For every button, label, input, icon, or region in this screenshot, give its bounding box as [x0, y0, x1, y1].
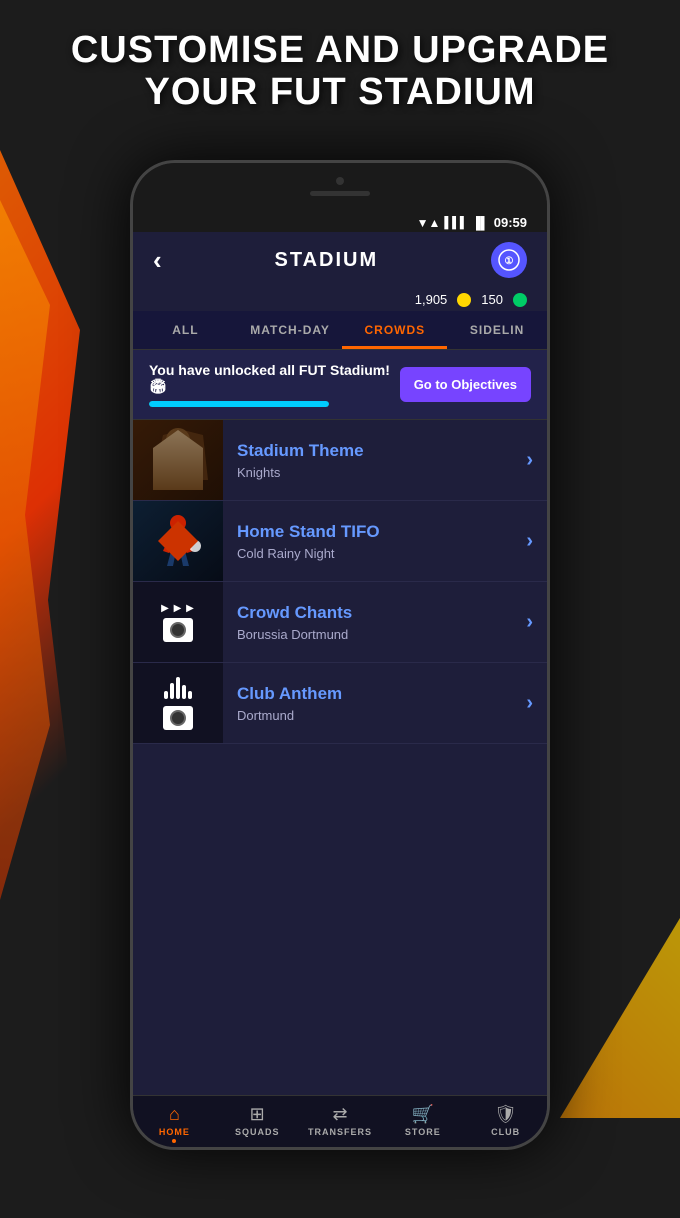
list-item-stadium-theme[interactable]: Stadium Theme Knights ›	[133, 420, 547, 501]
camera-notch	[336, 177, 344, 185]
currency-bar: 1,905 150	[133, 288, 547, 311]
speaker-notch	[310, 191, 370, 196]
thumb-anthem-image	[133, 663, 223, 743]
points-amount: 150	[481, 292, 503, 307]
anthem-speaker-box	[163, 706, 193, 730]
heading-line1: CUSTOMISE AND UPGRADE	[0, 30, 680, 72]
thumb-tifo-image	[133, 501, 223, 581]
fut-icon: ①	[491, 242, 527, 278]
phone-screen: ‹ STADIUM ① 1,905 150 ALL MATCH-DAY	[133, 232, 547, 1116]
arrow-icon-stadium-theme: ›	[526, 449, 547, 472]
anthem-waves-icon	[164, 677, 192, 699]
wave-bar-3	[176, 677, 180, 699]
progress-bar	[149, 401, 329, 407]
anthem-speaker-circle	[170, 710, 186, 726]
tab-all[interactable]: ALL	[133, 311, 238, 349]
wave-bar-2	[170, 683, 174, 699]
item-subtitle-home-stand: Cold Rainy Night	[237, 546, 512, 561]
item-subtitle-club-anthem: Dortmund	[237, 708, 512, 723]
tab-matchday[interactable]: MATCH-DAY	[238, 311, 343, 349]
item-title-home-stand: Home Stand TIFO	[237, 522, 512, 542]
transfers-icon: ⇄	[332, 1104, 347, 1116]
arrow-icon-home-stand: ›	[526, 530, 547, 553]
gold-coin-icon	[457, 293, 471, 307]
anthem-icon-group	[163, 677, 193, 730]
tabs-container: ALL MATCH-DAY CROWDS SIDELIN	[133, 311, 547, 350]
unlock-banner: You have unlocked all FUT Stadium! 🏟 Go …	[133, 350, 547, 420]
back-button[interactable]: ‹	[153, 245, 162, 276]
chants-arrows-icon: ▶ ▶ ▶	[161, 603, 195, 614]
thumbnail-club-anthem	[133, 663, 223, 743]
chants-icon-group: ▶ ▶ ▶	[161, 603, 195, 642]
item-info-stadium-theme: Stadium Theme Knights	[223, 429, 526, 492]
list-section: Stadium Theme Knights ›	[133, 420, 547, 744]
signal-icon: ▌▌▌	[444, 217, 467, 229]
coin-amount: 1,905	[415, 292, 448, 307]
nav-item-transfers[interactable]: ⇄ TRANSFERS	[299, 1104, 382, 1116]
item-title-club-anthem: Club Anthem	[237, 684, 512, 704]
phone-notch	[133, 163, 547, 213]
status-time: 09:59	[494, 215, 527, 230]
phone-frame: ▼▲ ▌▌▌ ▐▌ 09:59 ‹ STADIUM ① 1,905 150	[130, 160, 550, 1150]
item-subtitle-crowd-chants: Borussia Dortmund	[237, 627, 512, 642]
thumbnail-home-stand	[133, 501, 223, 581]
tab-crowds[interactable]: CROWDS	[342, 311, 447, 349]
item-info-club-anthem: Club Anthem Dortmund	[223, 672, 526, 735]
nav-item-home[interactable]: ⌂ HOME	[133, 1104, 216, 1116]
battery-icon: ▐▌	[472, 216, 489, 230]
item-title-stadium-theme: Stadium Theme	[237, 441, 512, 461]
arrow-icon-crowd-chants: ›	[526, 611, 547, 634]
unlock-text: You have unlocked all FUT Stadium! 🏟	[149, 362, 400, 395]
wave-bar-1	[164, 691, 168, 699]
nav-item-store[interactable]: 🛒 STORE	[381, 1104, 464, 1116]
header-bar: ‹ STADIUM ①	[133, 232, 547, 288]
list-item-crowd-chants[interactable]: ▶ ▶ ▶ Crowd Chants Borussia Dortmund ›	[133, 582, 547, 663]
page-title: STADIUM	[275, 249, 379, 272]
status-icons: ▼▲ ▌▌▌ ▐▌	[417, 216, 489, 230]
home-icon: ⌂	[169, 1104, 180, 1116]
status-bar: ▼▲ ▌▌▌ ▐▌ 09:59	[133, 213, 547, 232]
list-item-club-anthem[interactable]: Club Anthem Dortmund ›	[133, 663, 547, 744]
unlock-text-wrap: You have unlocked all FUT Stadium! 🏟	[149, 362, 400, 407]
thumb-stadium-image	[133, 420, 223, 500]
thumbnail-crowd-chants: ▶ ▶ ▶	[133, 582, 223, 662]
wave-bar-4	[182, 685, 186, 699]
wifi-icon: ▼▲	[417, 216, 441, 230]
wave-bar-5	[188, 691, 192, 699]
speaker-box-icon	[163, 618, 193, 642]
nav-item-squads[interactable]: ⊞ SQUADS	[216, 1104, 299, 1116]
nav-item-club[interactable]: 🛡 CLUB	[464, 1104, 547, 1116]
list-item-home-stand-tifo[interactable]: Home Stand TIFO Cold Rainy Night ›	[133, 501, 547, 582]
item-info-crowd-chants: Crowd Chants Borussia Dortmund	[223, 591, 526, 654]
objectives-button[interactable]: Go to Objectives	[400, 367, 531, 402]
club-icon: 🛡	[494, 1104, 517, 1116]
thumbnail-stadium-theme	[133, 420, 223, 500]
store-icon: 🛒	[412, 1104, 434, 1116]
anthem-speaker-icon	[163, 706, 193, 730]
progress-bar-fill	[149, 401, 329, 407]
item-subtitle-stadium-theme: Knights	[237, 465, 512, 480]
heading-line2: YOUR FUT STADIUM	[0, 72, 680, 114]
speaker-circle-icon	[170, 622, 186, 638]
squads-icon: ⊞	[250, 1104, 265, 1116]
item-info-home-stand: Home Stand TIFO Cold Rainy Night	[223, 510, 526, 573]
svg-text:①: ①	[505, 256, 514, 267]
green-coin-icon	[513, 293, 527, 307]
main-heading: CUSTOMISE AND UPGRADE YOUR FUT STADIUM	[0, 30, 680, 114]
item-title-crowd-chants: Crowd Chants	[237, 603, 512, 623]
tab-sideline[interactable]: SIDELIN	[447, 311, 547, 349]
thumb-chants-image: ▶ ▶ ▶	[133, 582, 223, 662]
arrow-icon-club-anthem: ›	[526, 692, 547, 715]
bottom-nav: ⌂ HOME ⊞ SQUADS ⇄ TRANSFERS 🛒 STORE 🛡 CL…	[133, 1095, 547, 1116]
